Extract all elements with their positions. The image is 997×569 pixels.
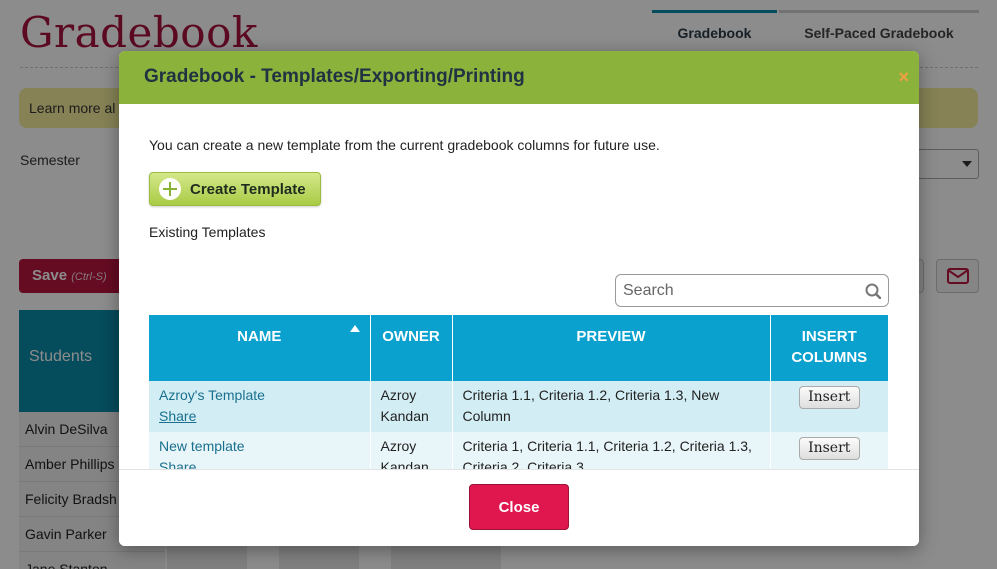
close-icon[interactable]: × <box>898 67 909 88</box>
owner-cell: Azroy Kandan <box>370 381 453 432</box>
template-name-link[interactable]: Azroy's Template <box>159 385 360 406</box>
owner-last: Kandan <box>380 408 429 424</box>
column-header-insert-columns: INSERT COLUMNS <box>770 315 888 381</box>
column-header-preview: PREVIEW <box>452 315 771 381</box>
search-box[interactable] <box>615 274 889 307</box>
sort-up-icon <box>349 325 360 332</box>
column-header-owner: OWNER <box>370 315 453 381</box>
table-row: Azroy's Template Share Azroy Kandan Crit… <box>149 381 888 432</box>
search-input[interactable] <box>623 282 843 300</box>
insert-button[interactable]: Insert <box>798 386 860 409</box>
template-name-cell: Azroy's Template Share <box>149 381 371 432</box>
template-name-link[interactable]: New template <box>159 436 360 457</box>
intro-text: You can create a new template from the c… <box>149 137 660 153</box>
modal-title: Gradebook - Templates/Exporting/Printing <box>144 66 525 87</box>
existing-templates-label: Existing Templates <box>149 224 266 240</box>
modal-footer: Close <box>119 469 919 546</box>
insert-button[interactable]: Insert <box>798 437 860 460</box>
insert-cell: Insert <box>770 381 888 432</box>
search-icon[interactable] <box>865 283 881 299</box>
owner-first: Azroy <box>380 438 417 454</box>
column-header-name[interactable]: NAME <box>149 315 371 381</box>
owner-first: Azroy <box>380 387 417 403</box>
modal-header: Gradebook - Templates/Exporting/Printing… <box>119 51 919 104</box>
close-button[interactable]: Close <box>469 484 569 530</box>
templates-modal: Gradebook - Templates/Exporting/Printing… <box>119 51 919 546</box>
create-template-button[interactable]: Create Template <box>149 172 321 206</box>
plus-circle-icon <box>159 178 181 200</box>
insert-header-line2: COLUMNS <box>791 349 868 366</box>
insert-header-line1: INSERT <box>801 328 857 345</box>
share-link[interactable]: Share <box>159 406 196 427</box>
preview-cell: Criteria 1.1, Criteria 1.2, Criteria 1.3… <box>452 381 771 432</box>
create-template-label: Create Template <box>190 180 306 198</box>
column-header-name-label: NAME <box>237 328 282 345</box>
modal-body: You can create a new template from the c… <box>119 104 919 506</box>
